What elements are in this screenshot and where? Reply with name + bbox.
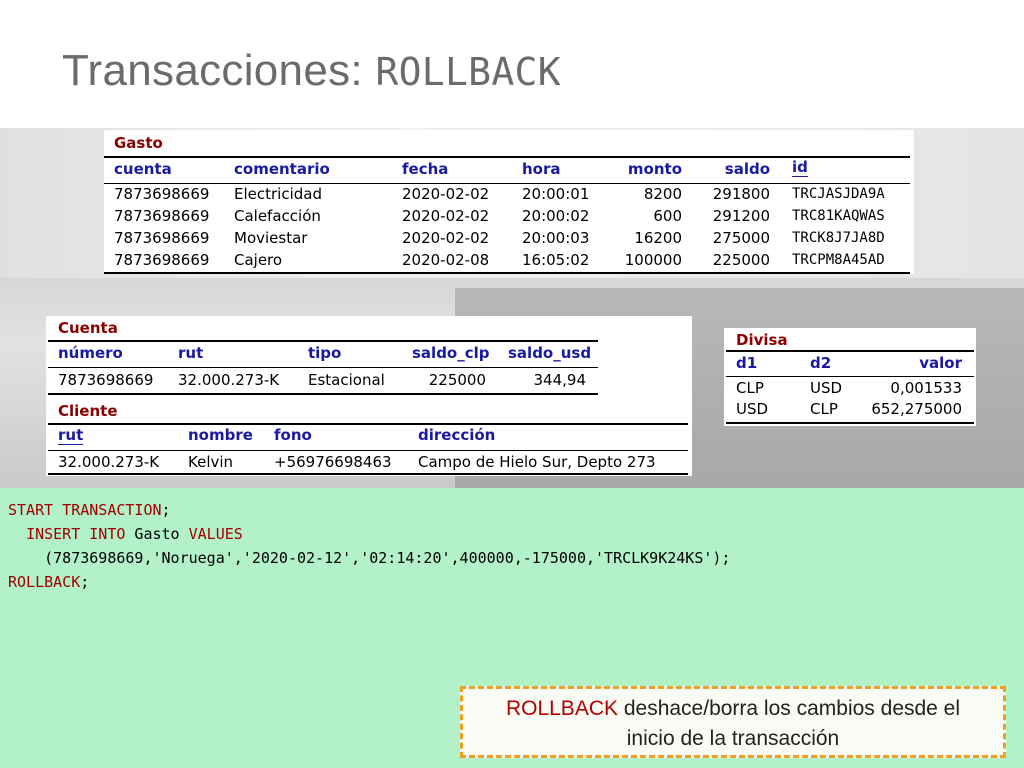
table-cell: 20:00:03 bbox=[522, 229, 590, 247]
column-header: saldo bbox=[724, 160, 770, 178]
table-cell: Campo de Hielo Sur, Depto 273 bbox=[418, 453, 656, 471]
table-title: Cuenta bbox=[58, 319, 118, 337]
table-cell: 7873698669 bbox=[58, 371, 154, 389]
callout-keyword: ROLLBACK bbox=[505, 697, 618, 720]
table-bottom-rule bbox=[48, 393, 598, 395]
table-cell: TRCK8J7JA8D bbox=[792, 230, 885, 246]
table-cell: CLP bbox=[736, 379, 764, 397]
column-header: id bbox=[792, 158, 808, 177]
column-header: fecha bbox=[402, 160, 449, 178]
column-header: tipo bbox=[308, 344, 342, 362]
table-cell: Moviestar bbox=[234, 229, 308, 247]
title-prefix: Transacciones: bbox=[62, 46, 376, 95]
column-header: d2 bbox=[810, 354, 832, 372]
slide-title: Transacciones: ROLLBACK bbox=[62, 46, 561, 96]
table-cell: USD bbox=[736, 400, 769, 418]
table-cell: 7873698669 bbox=[114, 229, 210, 247]
column-header: monto bbox=[627, 160, 682, 178]
table-cell: USD bbox=[810, 379, 843, 397]
table-cell: 16:05:02 bbox=[522, 251, 590, 269]
sql-text: Gasto bbox=[125, 525, 189, 543]
table-cell: 2020-02-02 bbox=[402, 229, 490, 247]
callout-text: deshace/borra los cambios desde el bbox=[618, 697, 961, 720]
table-top-rule bbox=[726, 350, 974, 352]
header-rule bbox=[48, 367, 598, 368]
column-header: rut bbox=[58, 426, 84, 445]
table-cell: TRC81KAQWAS bbox=[792, 208, 885, 224]
table-cell: Cajero bbox=[234, 251, 283, 269]
table-bottom-rule bbox=[726, 422, 974, 424]
table-cell: Kelvin bbox=[188, 453, 234, 471]
table-cell: 600 bbox=[653, 207, 682, 225]
column-header: saldo_clp bbox=[412, 344, 490, 362]
sql-keyword: VALUES bbox=[188, 525, 243, 543]
column-header: fono bbox=[274, 426, 312, 444]
sql-text: ; bbox=[80, 573, 90, 591]
header-rule bbox=[48, 450, 688, 451]
column-header: rut bbox=[178, 344, 204, 362]
table-cell: TRCJASJDA9A bbox=[792, 186, 885, 202]
column-header: valor bbox=[919, 354, 962, 372]
table-cell: 16200 bbox=[634, 229, 682, 247]
column-header: dirección bbox=[418, 426, 496, 444]
divisa-table: Divisa d1 d2 valor CLP USD 0,001533 USD … bbox=[724, 328, 976, 426]
column-header: número bbox=[58, 344, 123, 362]
table-cell: 7873698669 bbox=[114, 185, 210, 203]
sql-code-block: START TRANSACTION; INSERT INTO Gasto VAL… bbox=[8, 498, 730, 594]
table-cell: 8200 bbox=[643, 185, 682, 203]
table-top-rule bbox=[48, 423, 688, 425]
table-cell: Estacional bbox=[308, 371, 385, 389]
table-top-rule bbox=[48, 340, 598, 342]
table-bottom-rule bbox=[48, 473, 688, 475]
table-cell: Electricidad bbox=[234, 185, 322, 203]
table-cell: 2020-02-08 bbox=[402, 251, 490, 269]
header-rule bbox=[726, 376, 974, 377]
table-cell: 32.000.273-K bbox=[58, 453, 160, 471]
table-bottom-rule bbox=[104, 272, 910, 274]
title-keyword: ROLLBACK bbox=[375, 50, 561, 94]
callout-box: ROLLBACK deshace/borra los cambios desde… bbox=[460, 686, 1006, 758]
table-cell: 652,275000 bbox=[871, 400, 962, 418]
sql-keyword: START TRANSACTION bbox=[8, 501, 162, 519]
table-top-rule bbox=[104, 156, 910, 158]
table-cell: 7873698669 bbox=[114, 207, 210, 225]
column-header: d1 bbox=[736, 354, 758, 372]
table-cell: 32.000.273-K bbox=[178, 371, 280, 389]
table-cell: 225000 bbox=[712, 251, 770, 269]
table-cell: 0,001533 bbox=[890, 379, 962, 397]
table-cell: 225000 bbox=[428, 371, 486, 389]
table-cell: 20:00:02 bbox=[522, 207, 590, 225]
table-cell: Calefacción bbox=[234, 207, 321, 225]
column-header: comentario bbox=[234, 160, 330, 178]
table-title: Divisa bbox=[736, 331, 788, 349]
sql-keyword: INSERT INTO bbox=[26, 525, 126, 543]
table-cell: 275000 bbox=[712, 229, 770, 247]
callout-text: inicio de la transacción bbox=[626, 727, 840, 750]
table-title: Cliente bbox=[58, 402, 118, 420]
table-cell: 344,94 bbox=[533, 371, 587, 389]
table-cell: 291200 bbox=[712, 207, 770, 225]
sql-text: ; bbox=[161, 501, 171, 519]
column-header: nombre bbox=[188, 426, 253, 444]
gasto-table: Gasto cuenta comentario fecha hora monto… bbox=[104, 130, 914, 274]
table-cell: 2020-02-02 bbox=[402, 185, 490, 203]
cuenta-cliente-block: Cuenta número rut tipo saldo_clp saldo_u… bbox=[46, 316, 692, 476]
table-cell: 100000 bbox=[624, 251, 682, 269]
table-cell: CLP bbox=[810, 400, 838, 418]
sql-values: (7873698669,'Noruega','2020-02-12','02:1… bbox=[44, 549, 731, 567]
table-cell: 2020-02-02 bbox=[402, 207, 490, 225]
column-header: saldo_usd bbox=[508, 344, 592, 362]
header-rule bbox=[104, 183, 910, 184]
table-cell: +56976698463 bbox=[274, 453, 392, 471]
table-title: Gasto bbox=[114, 134, 163, 152]
sql-keyword: ROLLBACK bbox=[8, 573, 81, 591]
table-cell: 7873698669 bbox=[114, 251, 210, 269]
table-cell: TRCPM8A45AD bbox=[792, 252, 885, 268]
column-header: hora bbox=[522, 160, 561, 178]
table-cell: 291800 bbox=[712, 185, 770, 203]
column-header: cuenta bbox=[114, 160, 172, 178]
table-cell: 20:00:01 bbox=[522, 185, 590, 203]
